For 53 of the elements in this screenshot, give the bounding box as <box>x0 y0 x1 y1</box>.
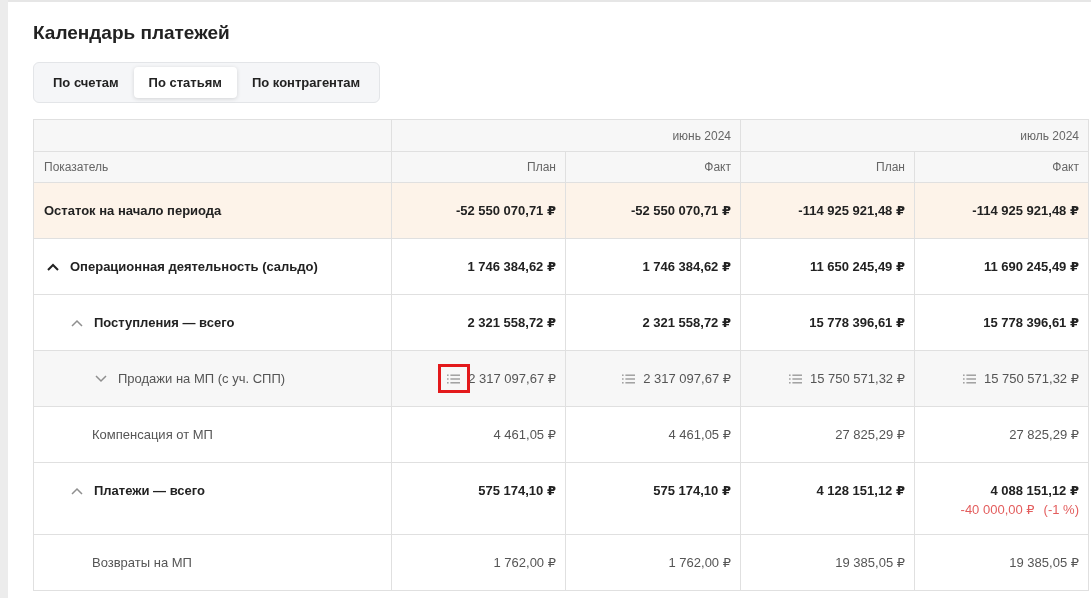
amount-text: 15 778 396,61 ₽ <box>983 314 1079 332</box>
amount-text: -114 925 921,48 ₽ <box>972 202 1079 220</box>
amount-text: -52 550 070,71 ₽ <box>630 202 731 220</box>
amount-text: 19 385,05 ₽ <box>1009 554 1079 572</box>
chevron-down-icon[interactable] <box>95 375 107 383</box>
column-header: План <box>527 160 556 174</box>
amount-text: 15 778 396,61 ₽ <box>809 314 905 332</box>
row-label: Остаток на начало периода <box>44 202 222 220</box>
row-label: Продажи на МП (с уч. СПП) <box>118 370 286 388</box>
amount-text: 19 385,05 ₽ <box>835 554 905 572</box>
amount-text: 15 750 571,32 ₽ <box>809 370 905 388</box>
row-label: Компенсация от МП <box>92 426 213 444</box>
amount-text: -114 925 921,48 ₽ <box>798 202 905 220</box>
row-label: Платежи — всего <box>94 482 205 500</box>
amount-text: 575 174,10 ₽ <box>478 482 556 500</box>
amount-text: 4 128 151,12 ₽ <box>816 482 905 500</box>
chevron-up-icon[interactable] <box>47 263 59 271</box>
amount-text: 27 825,29 ₽ <box>1009 426 1079 444</box>
column-header: июнь 2024 <box>672 128 731 143</box>
view-tab[interactable]: По статьям <box>133 67 237 98</box>
column-header: июль 2024 <box>1020 128 1079 143</box>
amount-text: 11 690 245,49 ₽ <box>983 258 1079 276</box>
list-icon[interactable] <box>622 374 636 384</box>
amount-text: 4 461,05 ₽ <box>668 426 731 444</box>
column-header: Показатель <box>44 160 109 174</box>
delta-amount: -40 000,00 ₽ <box>960 501 1035 518</box>
list-icon[interactable] <box>447 374 461 384</box>
amount-text: 1 746 384,62 ₽ <box>467 258 556 276</box>
column-header: Факт <box>704 160 731 174</box>
amount-text: 2 317 097,67 ₽ <box>643 370 731 388</box>
column-header: План <box>876 160 905 174</box>
list-icon[interactable] <box>962 374 976 384</box>
amount-text: 2 321 558,72 ₽ <box>642 314 731 332</box>
amount-text: 27 825,29 ₽ <box>835 426 905 444</box>
amount-text: 11 650 245,49 ₽ <box>809 258 905 276</box>
amount-text: 1 762,00 ₽ <box>668 554 731 572</box>
list-icon[interactable] <box>788 374 802 384</box>
amount-text: -52 550 070,71 ₽ <box>455 202 556 220</box>
row-label: Поступления — всего <box>94 314 235 332</box>
amount-text: 4 461,05 ₽ <box>493 426 556 444</box>
amount-text: 1 746 384,62 ₽ <box>642 258 731 276</box>
delta-percent: (-1 %) <box>1043 501 1079 518</box>
amount-text: 4 088 151,12 ₽ <box>990 482 1079 500</box>
view-tab[interactable]: По счетам <box>38 67 134 98</box>
page-title: Календарь платежей <box>33 21 230 45</box>
row-label: Возвраты на МП <box>92 554 192 572</box>
amount-text: 15 750 571,32 ₽ <box>983 370 1079 388</box>
view-tab[interactable]: По контрагентам <box>236 67 376 98</box>
amount-text: 2 321 558,72 ₽ <box>467 314 556 332</box>
amount-text: 1 762,00 ₽ <box>493 554 556 572</box>
column-header: Факт <box>1052 160 1079 174</box>
amount-text: 575 174,10 ₽ <box>653 482 731 500</box>
row-label: Операционная деятельность (сальдо) <box>70 258 318 276</box>
